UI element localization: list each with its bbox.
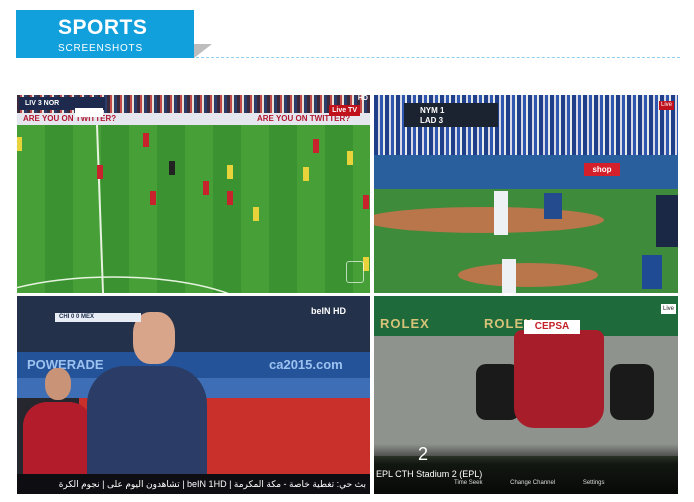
hint-change-channel: Change Channel <box>510 480 556 486</box>
score-top: NYM 1 <box>420 106 445 115</box>
hd-badge: HD <box>357 95 368 102</box>
side-graphic <box>656 195 678 247</box>
channel-number: 2 <box>418 444 429 464</box>
board-text-2: ca2015.com <box>269 357 343 372</box>
screenshot-football[interactable]: ARE YOU ON TWITTER? ARE YOU ON TWITTER? … <box>17 95 370 293</box>
screenshot-f1[interactable]: ROLEX ROLEX CEPSA Live 2 EPL CTH Stadium… <box>374 296 678 494</box>
banner-fold <box>194 44 212 58</box>
section-subtitle: SCREENSHOTS <box>58 43 143 54</box>
car-sponsor: CEPSA <box>524 320 580 334</box>
league-logo-icon <box>346 261 364 283</box>
hint-settings: Settings <box>582 480 605 486</box>
live-tv-badge: Live TV <box>329 105 360 116</box>
stadium-roof <box>17 296 370 352</box>
match-clock <box>75 108 103 117</box>
screenshot-baseball[interactable]: shop NYM 1 LAD 3 Live <box>374 95 678 293</box>
car-wheel-right <box>610 364 654 420</box>
remote-hints: Time Seek Change Channel Settings <box>454 480 631 486</box>
channel-name: EPL CTH Stadium 2 (EPL) <box>376 469 483 479</box>
score-text: CHI 0 0 MEX <box>59 314 95 320</box>
scoreboard: NYM 1 LAD 3 <box>404 103 498 127</box>
race-car <box>514 330 604 428</box>
live-badge: Live <box>658 101 674 110</box>
live-badge: Live <box>660 304 676 314</box>
score-text: LIV 3 NOR <box>25 100 60 107</box>
section-title: SPORTS <box>58 16 148 39</box>
hint-time-seek: Time Seek <box>454 480 483 486</box>
screenshot-coach[interactable]: POWERADE ca2015.com CHI 0 0 MEX beIN HD … <box>17 296 370 494</box>
dashed-divider <box>196 57 680 58</box>
news-ticker: بث حي: تغطية خاصة - مكة المكرمة | beIN 1… <box>17 474 370 494</box>
channel-logo: beIN HD <box>310 306 346 316</box>
section-banner: SPORTS SCREENSHOTS <box>16 10 194 58</box>
scoreboard: CHI 0 0 MEX <box>55 313 141 322</box>
score-bottom: LAD 3 <box>420 116 444 125</box>
sponsor-text: ROLEX <box>380 316 430 331</box>
player-head <box>45 368 71 400</box>
